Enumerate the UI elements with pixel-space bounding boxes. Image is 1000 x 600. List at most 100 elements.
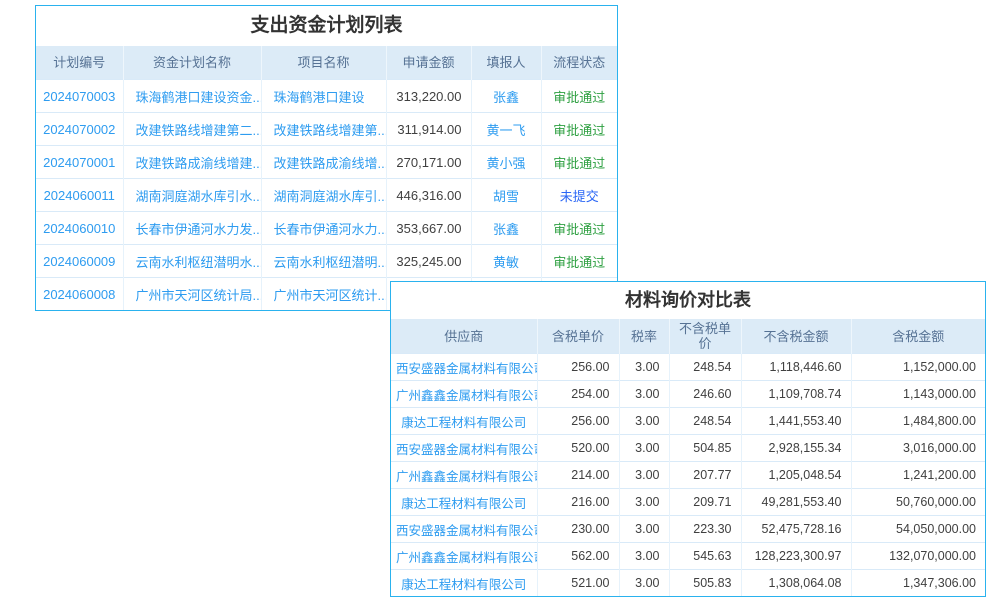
cell-no-tax-amount: 1,441,553.40 [741,408,851,435]
cell-project-name[interactable]: 改建铁路线增建第... [261,113,386,146]
material-quote-panel: 材料询价对比表 供应商 含税单价 税率 不含税单价 不含税金额 含税金额 西安盛… [390,281,986,597]
cell-project-name[interactable]: 珠海鹤港口建设 [261,80,386,113]
cell-tax-rate: 3.00 [619,435,669,462]
cell-fund-plan-name[interactable]: 改建铁路成渝线增建... [123,146,261,179]
cell-supplier[interactable]: 西安盛器金属材料有限公司 [391,516,537,543]
cell-project-name[interactable]: 长春市伊通河水力... [261,212,386,245]
cell-project-name[interactable]: 湖南洞庭湖水库引... [261,179,386,212]
cell-status: 审批通过 [541,80,617,113]
cell-plan-no[interactable]: 2024070001 [36,146,123,179]
cell-no-tax-amount: 2,928,155.34 [741,435,851,462]
cell-tax-rate: 3.00 [619,516,669,543]
quote-col-tax-unit-price: 含税单价 [537,319,619,354]
cell-tax-unit-price: 254.00 [537,381,619,408]
cell-tax-amount: 1,241,200.00 [851,462,985,489]
plan-list-col-project-name: 项目名称 [261,46,386,80]
plan-list-table: 计划编号 资金计划名称 项目名称 申请金额 填报人 流程状态 202407000… [36,46,617,310]
table-row: 2024060011湖南洞庭湖水库引水...湖南洞庭湖水库引...446,316… [36,179,617,212]
cell-no-tax-unit-price: 545.63 [669,543,741,570]
cell-no-tax-amount: 128,223,300.97 [741,543,851,570]
table-row: 康达工程材料有限公司521.003.00505.831,308,064.081,… [391,570,985,597]
table-row: 2024060010长春市伊通河水力发...长春市伊通河水力...353,667… [36,212,617,245]
cell-supplier[interactable]: 康达工程材料有限公司 [391,489,537,516]
table-row: 康达工程材料有限公司256.003.00248.541,441,553.401,… [391,408,985,435]
cell-supplier[interactable]: 广州鑫鑫金属材料有限公司 [391,543,537,570]
cell-status: 审批通过 [541,146,617,179]
cell-supplier[interactable]: 康达工程材料有限公司 [391,408,537,435]
table-row: 广州鑫鑫金属材料有限公司214.003.00207.771,205,048.54… [391,462,985,489]
cell-fund-plan-name[interactable]: 珠海鹤港口建设资金... [123,80,261,113]
cell-amount: 446,316.00 [386,179,471,212]
cell-amount: 270,171.00 [386,146,471,179]
cell-fund-plan-name[interactable]: 湖南洞庭湖水库引水... [123,179,261,212]
cell-tax-unit-price: 521.00 [537,570,619,597]
cell-no-tax-amount: 1,109,708.74 [741,381,851,408]
cell-tax-unit-price: 256.00 [537,354,619,381]
cell-fund-plan-name[interactable]: 长春市伊通河水力发... [123,212,261,245]
plan-list-col-filler: 填报人 [471,46,541,80]
cell-tax-amount: 132,070,000.00 [851,543,985,570]
cell-fund-plan-name[interactable]: 云南水利枢纽潜明水... [123,245,261,278]
cell-no-tax-unit-price: 209.71 [669,489,741,516]
cell-tax-rate: 3.00 [619,570,669,597]
table-row: 2024070002改建铁路线增建第二...改建铁路线增建第...311,914… [36,113,617,146]
cell-supplier[interactable]: 西安盛器金属材料有限公司 [391,354,537,381]
cell-filler: 黄一飞 [471,113,541,146]
cell-supplier[interactable]: 广州鑫鑫金属材料有限公司 [391,462,537,489]
table-row: 西安盛器金属材料有限公司230.003.00223.3052,475,728.1… [391,516,985,543]
cell-tax-amount: 1,347,306.00 [851,570,985,597]
cell-fund-plan-name[interactable]: 改建铁路线增建第二... [123,113,261,146]
cell-amount: 313,220.00 [386,80,471,113]
plan-list-col-amount: 申请金额 [386,46,471,80]
cell-tax-unit-price: 230.00 [537,516,619,543]
cell-tax-rate: 3.00 [619,381,669,408]
cell-supplier[interactable]: 康达工程材料有限公司 [391,570,537,597]
cell-no-tax-unit-price: 248.54 [669,408,741,435]
cell-no-tax-unit-price: 223.30 [669,516,741,543]
quote-col-supplier: 供应商 [391,319,537,354]
cell-filler: 张鑫 [471,212,541,245]
cell-tax-rate: 3.00 [619,543,669,570]
cell-no-tax-unit-price: 248.54 [669,354,741,381]
cell-no-tax-amount: 52,475,728.16 [741,516,851,543]
cell-no-tax-amount: 1,205,048.54 [741,462,851,489]
cell-filler: 黄敏 [471,245,541,278]
cell-plan-no[interactable]: 2024060011 [36,179,123,212]
cell-fund-plan-name[interactable]: 广州市天河区统计局... [123,278,261,311]
cell-project-name[interactable]: 广州市天河区统计... [261,278,386,311]
cell-plan-no[interactable]: 2024060010 [36,212,123,245]
table-row: 2024060009云南水利枢纽潜明水...云南水利枢纽潜明...325,245… [36,245,617,278]
cell-project-name[interactable]: 改建铁路成渝线增... [261,146,386,179]
table-row: 2024070001改建铁路成渝线增建...改建铁路成渝线增...270,171… [36,146,617,179]
table-row: 西安盛器金属材料有限公司520.003.00504.852,928,155.34… [391,435,985,462]
table-row: 2024070003珠海鹤港口建设资金...珠海鹤港口建设313,220.00张… [36,80,617,113]
cell-filler: 黄小强 [471,146,541,179]
table-row: 西安盛器金属材料有限公司256.003.00248.541,118,446.60… [391,354,985,381]
cell-no-tax-amount: 1,118,446.60 [741,354,851,381]
cell-no-tax-unit-price: 505.83 [669,570,741,597]
cell-amount: 353,667.00 [386,212,471,245]
cell-no-tax-unit-price: 504.85 [669,435,741,462]
cell-plan-no[interactable]: 2024070003 [36,80,123,113]
plan-list-col-fund-plan-name: 资金计划名称 [123,46,261,80]
table-row: 广州鑫鑫金属材料有限公司254.003.00246.601,109,708.74… [391,381,985,408]
plan-list-title: 支出资金计划列表 [36,6,617,46]
material-quote-header-row: 供应商 含税单价 税率 不含税单价 不含税金额 含税金额 [391,319,985,354]
cell-plan-no[interactable]: 2024060008 [36,278,123,311]
cell-filler: 胡雪 [471,179,541,212]
cell-tax-unit-price: 214.00 [537,462,619,489]
cell-status: 审批通过 [541,212,617,245]
cell-supplier[interactable]: 广州鑫鑫金属材料有限公司 [391,381,537,408]
cell-tax-amount: 3,016,000.00 [851,435,985,462]
cell-tax-rate: 3.00 [619,354,669,381]
cell-plan-no[interactable]: 2024060009 [36,245,123,278]
cell-tax-unit-price: 256.00 [537,408,619,435]
cell-no-tax-unit-price: 207.77 [669,462,741,489]
cell-project-name[interactable]: 云南水利枢纽潜明... [261,245,386,278]
cell-supplier[interactable]: 西安盛器金属材料有限公司 [391,435,537,462]
cell-tax-rate: 3.00 [619,408,669,435]
page: { "colors": { "panel_border": "#2ab2ee",… [0,0,1000,600]
cell-plan-no[interactable]: 2024070002 [36,113,123,146]
plan-list-col-status: 流程状态 [541,46,617,80]
cell-amount: 325,245.00 [386,245,471,278]
